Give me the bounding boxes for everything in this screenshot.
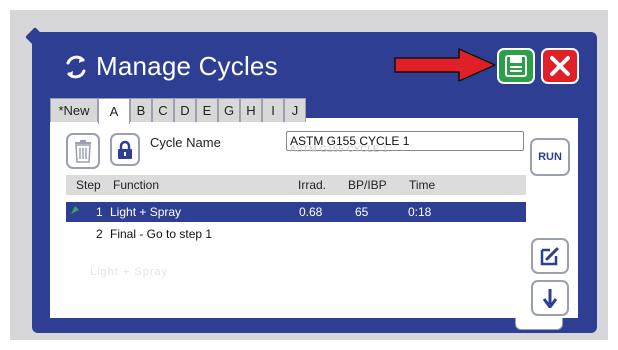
tab-new[interactable]: *New <box>50 98 98 122</box>
cycle-name-label: Cycle Name <box>150 135 221 150</box>
tab-i[interactable]: I <box>262 98 284 122</box>
save-button[interactable] <box>497 48 535 84</box>
tab-bar: *New A B C D E G H I J <box>50 98 306 124</box>
refresh-cycle-icon <box>66 55 86 79</box>
header-function: Function <box>113 178 160 192</box>
floppy-save-icon <box>505 55 527 77</box>
tab-h[interactable]: H <box>240 98 262 122</box>
delete-cycle-button[interactable] <box>66 133 100 169</box>
table-row[interactable]: 2 Final - Go to step 1 <box>66 224 526 244</box>
close-x-icon <box>550 56 570 76</box>
tab-e[interactable]: E <box>196 98 218 122</box>
tab-d[interactable]: D <box>174 98 196 122</box>
tab-c[interactable]: C <box>152 98 174 122</box>
ghost-row-text: Light + Spray <box>90 266 169 278</box>
table-row[interactable]: 1 Light + Spray 0.68 65 0:18 <box>66 202 526 222</box>
move-step-down-button[interactable] <box>531 280 569 316</box>
lock-cycle-button[interactable] <box>110 133 140 166</box>
row-irrad: 0.68 <box>299 205 323 219</box>
red-arrow-icon <box>394 48 496 82</box>
row-function: Light + Spray <box>110 205 182 219</box>
header-step: Step <box>76 178 101 192</box>
row-bp-ibp: 65 <box>355 205 369 219</box>
row-function: Final - Go to step 1 <box>110 227 213 241</box>
row-time: 0:18 <box>408 205 432 219</box>
tab-j[interactable]: J <box>284 98 306 122</box>
arrow-down-icon <box>543 289 557 308</box>
active-step-indicator-icon <box>71 206 79 214</box>
header-bp-ibp: BP/IBP <box>348 178 387 192</box>
dialog-title: Manage Cycles <box>96 51 278 81</box>
scroll-tab <box>515 318 563 330</box>
lock-icon <box>118 140 132 159</box>
edit-icon <box>540 247 559 266</box>
run-button[interactable]: RUN <box>530 138 570 176</box>
header-time: Time <box>409 178 436 192</box>
header-irrad: Irrad. <box>298 178 327 192</box>
cycle-name-ghost-text: ASTM G155 CYCLE 1 <box>290 144 389 154</box>
tab-b[interactable]: B <box>130 98 152 122</box>
tab-g[interactable]: G <box>218 98 240 122</box>
edit-step-button[interactable] <box>531 238 569 274</box>
tab-a[interactable]: A <box>98 98 130 124</box>
row-step: 1 <box>96 205 103 219</box>
close-button[interactable] <box>541 48 579 84</box>
table-header: Step Function Irrad. BP/IBP Time <box>66 175 526 195</box>
trash-icon <box>75 140 91 163</box>
row-step: 2 <box>96 227 103 241</box>
